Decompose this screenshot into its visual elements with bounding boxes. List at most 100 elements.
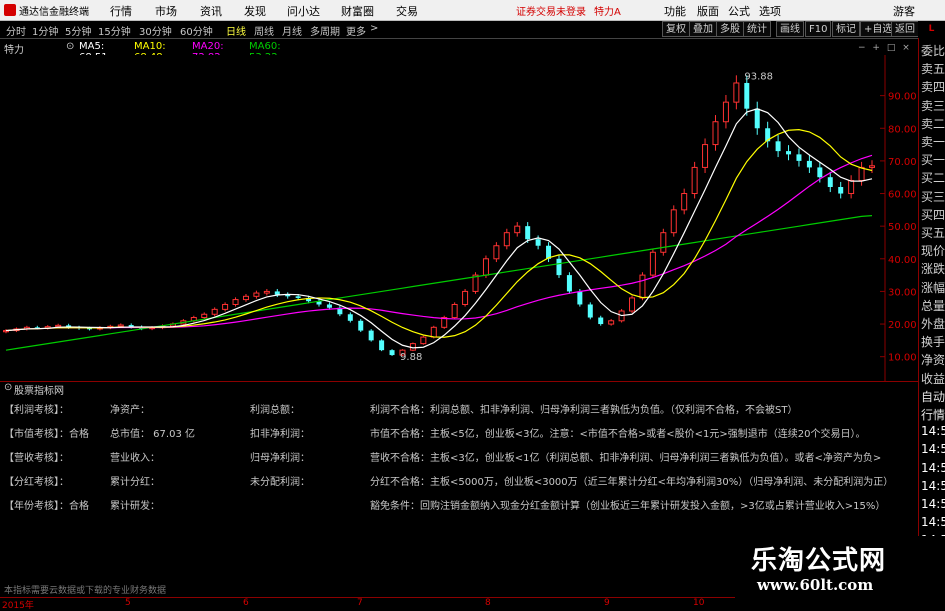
mark-button[interactable]: 标记: [832, 21, 860, 37]
menu-item-options[interactable]: 选项: [759, 3, 781, 19]
back-button[interactable]: 返回: [891, 21, 919, 37]
date-tick-label: 10: [693, 598, 705, 608]
candle-body: [201, 313, 208, 319]
quote-panel-item[interactable]: 14:5: [921, 497, 945, 511]
menu-item-quotes[interactable]: 行情: [110, 3, 132, 19]
candle-body: [670, 209, 677, 234]
menu-item-news[interactable]: 资讯: [200, 3, 222, 19]
candle-body: [242, 295, 249, 301]
settings-icon[interactable]: ⊙: [66, 41, 74, 52]
price-chart[interactable]: 90.00 80.00 70.00 60.00 50.00 40.00 30.00 20.00…: [0, 55, 918, 381]
quote-panel-item[interactable]: 净资: [921, 351, 945, 368]
candle-body: [462, 290, 469, 305]
quote-panel-item[interactable]: 14:5: [921, 442, 945, 456]
draw-line-button[interactable]: 画线: [776, 21, 804, 37]
menu-bar: 通达信金融终端 行情 市场 资讯 发现 问小达 财富圈 交易 证券交易未登录 特…: [0, 0, 945, 21]
zoom-in-icon[interactable]: +: [872, 43, 880, 53]
quote-panel-item[interactable]: 14:5: [921, 461, 945, 475]
quote-panel-item[interactable]: 买五: [921, 224, 945, 241]
indicator-row-col2: 扣非净利润：: [250, 429, 310, 440]
indicator-panel: 【利润考核】： 净资产： 利润总额： 利润不合格：利润总额、扣非净利润、归母净利润三者…: [0, 396, 918, 536]
high-price-label: 93.88: [744, 71, 773, 82]
period-tab-60min[interactable]: 60分钟: [180, 23, 213, 38]
quote-panel-item[interactable]: 卖二: [921, 115, 945, 132]
period-tab-monthly[interactable]: 月线: [282, 23, 302, 38]
candle-body: [775, 141, 781, 152]
login-warning[interactable]: 证券交易未登录: [516, 3, 586, 18]
period-tab-15min[interactable]: 15分钟: [98, 23, 131, 38]
period-tab-daily[interactable]: 日线: [226, 23, 246, 38]
indicator-footer-note: 本指标需要云数据或下载的专业财务数据: [4, 586, 167, 596]
quote-panel-item[interactable]: 涨幅: [921, 279, 945, 296]
indicator-row-col1: 营业收入：: [110, 453, 160, 464]
price-tick-label: 20.00: [888, 320, 917, 331]
indicator-settings-icon[interactable]: ⊙: [4, 382, 12, 393]
candle-body: [722, 101, 729, 123]
indicator-row-desc: 营收不合格：主板<3亿，创业板<1亿（利润总额、扣非净利润、归母净利润三者孰低为…: [370, 453, 882, 464]
quote-panel-item[interactable]: 收益: [921, 370, 945, 387]
statistics-button[interactable]: 统计: [743, 21, 771, 37]
menu-item-layout[interactable]: 版面: [697, 3, 719, 19]
indicator-row-desc: 市值不合格：主板<5亿，创业板<3亿。注意：<市值不合格>或者<股价<1元>强制…: [370, 429, 866, 440]
period-tab-1min[interactable]: 1分钟: [32, 23, 58, 38]
period-tab-multi[interactable]: 多周期: [310, 23, 340, 38]
menu-item-discover[interactable]: 发现: [244, 3, 266, 19]
menu-item-market[interactable]: 市场: [155, 3, 177, 19]
candle-body: [525, 226, 531, 240]
quote-panel-item[interactable]: 14:5: [921, 515, 945, 529]
quote-panel-item[interactable]: 卖三: [921, 97, 945, 114]
candle-body: [608, 320, 615, 325]
menu-item-wealth[interactable]: 财富圈: [341, 3, 374, 19]
quote-panel-item[interactable]: 换手: [921, 333, 945, 350]
quote-panel-item[interactable]: 自动: [921, 388, 945, 405]
watermark-url: www.60lt.com: [757, 576, 874, 594]
period-tab-intraday[interactable]: 分时: [6, 23, 26, 38]
indicator-row-col2: 利润总额：: [250, 405, 300, 416]
date-tick-label: 7: [357, 598, 363, 608]
quote-panel-item[interactable]: 涨跌: [921, 260, 945, 277]
quote-panel-item[interactable]: 外盘: [921, 315, 945, 332]
quote-panel-item[interactable]: 卖五: [921, 60, 945, 77]
menu-item-trade[interactable]: 交易: [396, 3, 418, 19]
quote-panel-item[interactable]: 买三: [921, 188, 945, 205]
quote-panel-item[interactable]: 卖四: [921, 78, 945, 95]
quote-panel-item[interactable]: 买一: [921, 151, 945, 168]
candle-body: [117, 324, 124, 327]
price-tick-label: 10.00: [888, 353, 917, 364]
zoom-out-icon[interactable]: −: [858, 43, 866, 53]
candle-body: [55, 324, 62, 328]
quote-panel-item[interactable]: 14:5: [921, 424, 945, 438]
guest-label[interactable]: 游客: [893, 3, 915, 19]
period-tab-30min[interactable]: 30分钟: [139, 23, 172, 38]
restore-rights-button[interactable]: 复权: [662, 21, 690, 37]
overlay-button[interactable]: 叠加: [689, 21, 717, 37]
candle-body: [712, 121, 719, 146]
price-tick-label: 90.00: [888, 92, 917, 103]
f10-button[interactable]: F10: [805, 21, 832, 37]
indicator-row-desc: 豁免条件：回购注销金额纳入现金分红金额计算（创业板近三年累计研发投入金额，>3亿…: [370, 501, 886, 512]
period-tab-more[interactable]: 更多: [346, 23, 366, 38]
menu-item-ask[interactable]: 问小达: [287, 3, 320, 19]
quote-panel-item[interactable]: 总量: [921, 297, 945, 314]
quote-panel-item[interactable]: 委比: [921, 42, 945, 59]
multi-stock-button[interactable]: 多股: [716, 21, 744, 37]
period-tab-weekly[interactable]: 周线: [254, 23, 274, 38]
quote-panel-item[interactable]: 卖一: [921, 133, 945, 150]
candle-body: [379, 340, 385, 351]
quote-panel-item[interactable]: 现价: [921, 242, 945, 259]
candle-body: [253, 292, 260, 297]
price-tick-label: 50.00: [888, 222, 917, 233]
period-tab-5min[interactable]: 5分钟: [65, 23, 91, 38]
restore-icon[interactable]: □: [887, 43, 896, 53]
close-icon[interactable]: ×: [902, 43, 910, 53]
menu-item-function[interactable]: 功能: [664, 3, 686, 19]
candle-body: [295, 296, 301, 298]
chevron-right-icon[interactable]: >: [370, 23, 378, 34]
candle-body: [754, 108, 760, 129]
menu-item-formula[interactable]: 公式: [728, 3, 750, 19]
quote-panel-item[interactable]: 行情: [921, 406, 945, 423]
quote-panel-item[interactable]: 买四: [921, 206, 945, 223]
quote-panel-item[interactable]: 14:5: [921, 479, 945, 493]
level-indicator: L: [918, 21, 945, 38]
quote-panel-item[interactable]: 买二: [921, 169, 945, 186]
